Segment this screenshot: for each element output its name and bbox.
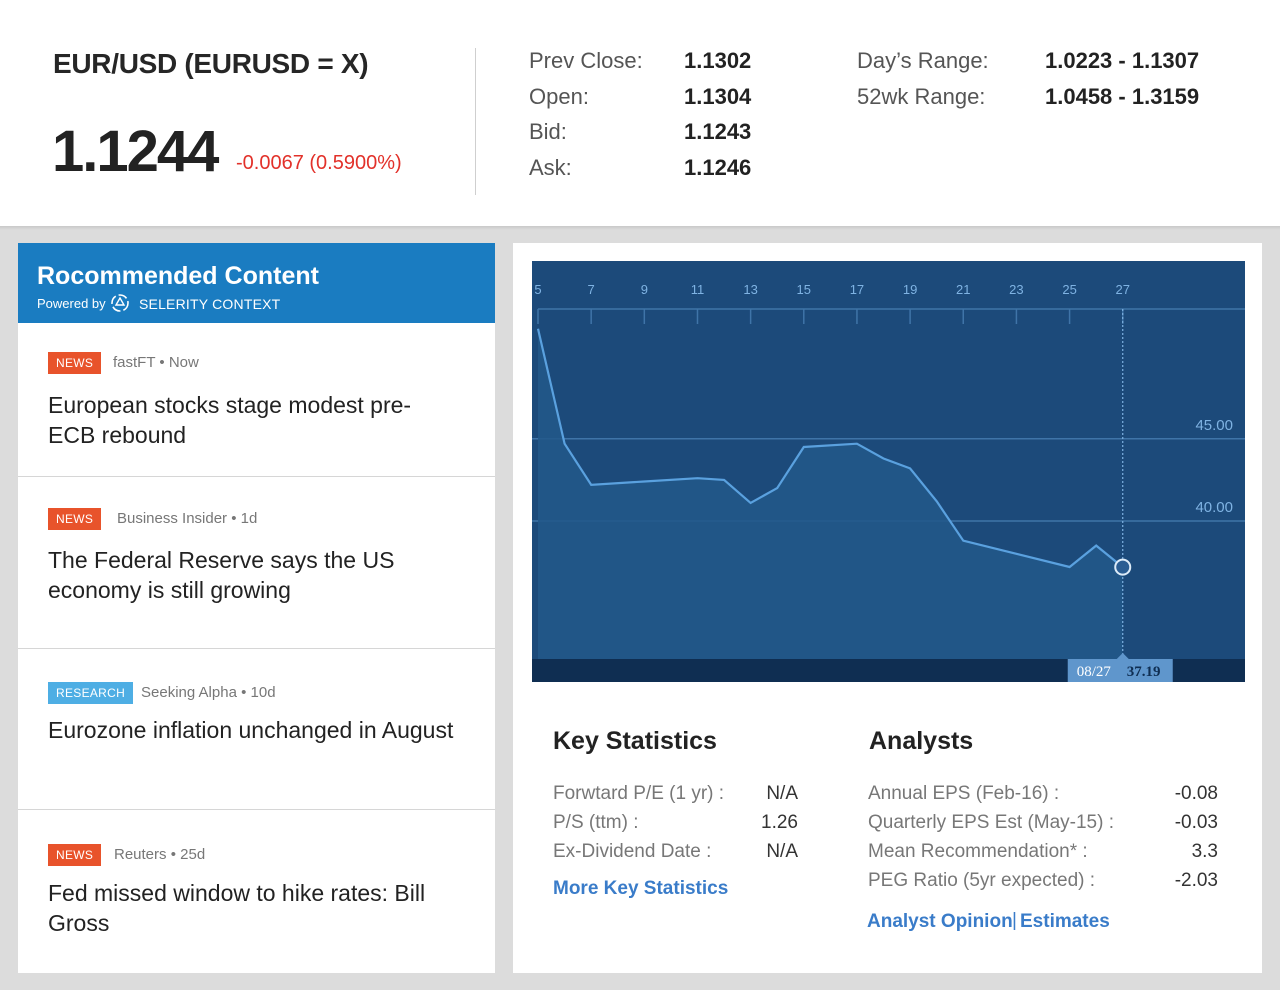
analyst-row-value: -2.03 [1174,870,1218,891]
article-card[interactable]: NEWS Business Insider • 1d The Federal R… [18,477,495,648]
x-tick-label: 5 [534,282,541,297]
more-key-statistics-link[interactable]: More Key Statistics [553,878,728,900]
price-chart[interactable]: 5 7 9 11 13 15 17 19 21 23 25 27 45.00 40.00 08/27 37.1… [532,261,1245,682]
y-tick-label: 40.00 [1195,499,1233,516]
x-tick-label: 25 [1062,282,1076,297]
article-source: Seeking Alpha [141,684,237,701]
ks-row-value: N/A [766,783,798,804]
ks-row-value: N/A [766,841,798,862]
ks-row-value: 1.26 [761,812,798,833]
recommended-content-panel: Rocommended Content Powered by SELERITY … [18,243,495,973]
article-headline[interactable]: Eurozone inflation unchanged in August [48,715,458,745]
dot-separator: • [231,510,237,527]
wk52-range-label: 52wk Range: [857,84,986,109]
quote-header: EUR/USD (EURUSD = X) 1.1244 -0.0067 (0.5… [0,0,1280,226]
y-tick-label: 45.00 [1195,417,1233,434]
article-headline[interactable]: Fed missed window to hike rates: Bill Gr… [48,878,458,938]
bid-label: Bid: [529,119,567,144]
ks-row-label: Forwtard P/E (1 yr) : [553,783,725,804]
ask-value: 1.1246 [684,155,752,180]
news-tag: NEWS [48,844,102,866]
analyst-row-value: 3.3 [1191,841,1218,862]
article-headline[interactable]: European stocks stage modest pre-ECB reb… [48,390,458,450]
analyst-row-label: Quarterly EPS Est (May-15) : [868,812,1115,833]
days-range-label: Day’s Range: [857,48,989,73]
cursor-date-label: 08/27 [1077,664,1112,680]
price-chart-svg[interactable]: 5 7 9 11 13 15 17 19 21 23 25 27 45.00 40.00 08/27 37.1… [532,261,1245,682]
estimates-link[interactable]: Estimates [1020,911,1110,933]
wk52-range-value: 1.0458 - 1.3159 [1045,84,1200,109]
x-tick-label: 15 [797,282,811,297]
x-tick-label: 23 [1009,282,1023,297]
price-change: -0.0067 (0.5900%) [236,152,402,174]
powered-by-label: Powered by [37,296,106,311]
ticker-name: EUR/USD (EURUSD = X) [53,48,369,79]
x-tick-label: 13 [743,282,757,297]
ks-row-label: P/S (ttm) : [553,812,639,833]
x-tick-label: 27 [1116,282,1130,297]
x-tick-label: 7 [588,282,595,297]
bid-value: 1.1243 [684,119,752,144]
analyst-row-label: PEG Ratio (5yr expected) : [868,870,1096,891]
link-separator: | [1012,910,1017,931]
news-tag: NEWS [48,352,102,374]
analyst-opinion-link[interactable]: Analyst Opinion [867,911,1013,933]
article-meta: fastFT • Now [113,354,199,371]
article-card[interactable]: RESEARCH Seeking Alpha • 10d Eurozone in… [18,649,495,809]
article-source: fastFT [113,354,156,371]
article-card[interactable]: NEWS fastFT • Now European stocks stage … [18,323,495,476]
recommended-header: Rocommended Content Powered by SELERITY … [18,243,495,323]
x-tick-label: 19 [903,282,917,297]
open-label: Open: [529,84,589,109]
article-age: 25d [180,846,206,863]
research-tag: RESEARCH [48,682,134,704]
prev-close-label: Prev Close: [529,48,643,73]
x-tick-label: 11 [691,282,705,297]
article-meta: Business Insider • 1d [117,510,257,527]
selerity-logo-icon [111,294,129,312]
analyst-row-label: Annual EPS (Feb-16) : [868,783,1060,804]
article-meta: Reuters • 25d [114,846,205,863]
cursor-point [1114,558,1132,576]
days-range-value: 1.0223 - 1.1307 [1045,48,1200,73]
article-age: 1d [240,510,258,527]
article-source: Reuters [114,846,167,863]
x-tick-label: 21 [956,282,970,297]
analysts-title: Analysts [869,727,974,755]
article-card[interactable]: NEWS Reuters • 25d Fed missed window to … [18,810,495,973]
cursor-value-label: 37.19 [1127,664,1161,680]
prev-close-value: 1.1302 [684,48,752,73]
header-shadow [0,226,1280,230]
current-price: 1.1244 [52,119,219,184]
article-age: 10d [250,684,276,701]
article-meta: Seeking Alpha • 10d [141,684,276,701]
selerity-brand: SELERITY CONTEXT [139,296,281,312]
dot-separator: • [241,684,247,701]
analyst-row-label: Mean Recommendation* : [868,841,1088,862]
details-panel: 5 7 9 11 13 15 17 19 21 23 25 27 45.00 40.00 08/27 37.1… [513,243,1262,973]
header-divider [475,48,476,195]
analyst-row-value: -0.03 [1174,812,1218,833]
open-value: 1.1304 [684,84,752,109]
x-tick-label: 17 [850,282,864,297]
key-statistics-title: Key Statistics [553,727,717,755]
article-source: Business Insider [117,510,228,527]
ks-row-label: Ex-Dividend Date : [553,841,712,862]
article-headline[interactable]: The Federal Reserve says the US economy … [48,545,458,605]
article-age: Now [168,354,199,371]
dot-separator: • [159,354,165,371]
dot-separator: • [170,846,176,863]
recommended-title: Rocommended Content [37,262,319,290]
x-tick-label: 9 [641,282,648,297]
news-tag: NEWS [48,508,102,530]
ask-label: Ask: [529,155,572,180]
analyst-row-value: -0.08 [1174,783,1218,804]
